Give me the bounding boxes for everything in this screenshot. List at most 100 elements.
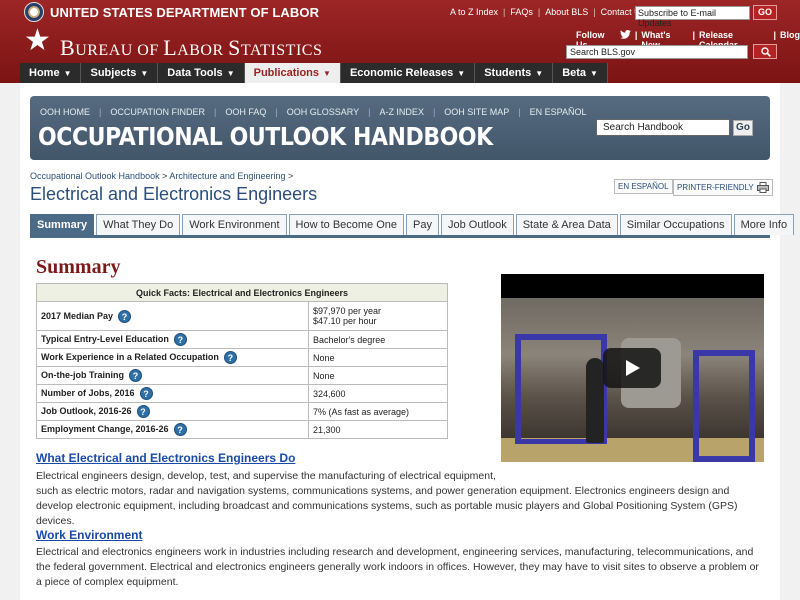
tab-more-info[interactable]: More Info bbox=[733, 214, 795, 235]
row-label: Job Outlook, 2016-26? bbox=[36, 402, 309, 421]
bls-title-part: ABOR bbox=[177, 42, 229, 59]
printer-friendly-label: PRINTER-FRIENDLY bbox=[677, 183, 754, 192]
row-value: 324,600 bbox=[308, 384, 448, 403]
median-pay-annual: $97,970 per year bbox=[313, 306, 382, 316]
bls-star-icon[interactable]: ★ bbox=[24, 26, 54, 56]
row-label-text: Number of Jobs, 2016 bbox=[41, 387, 135, 398]
a-z-index-link[interactable]: A-Z INDEX bbox=[379, 107, 424, 117]
row-label: Number of Jobs, 2016? bbox=[36, 384, 309, 403]
row-label-text: Work Experience in a Related Occupation bbox=[41, 351, 219, 362]
info-icon[interactable]: ? bbox=[118, 309, 132, 323]
row-label-text: 2017 Median Pay bbox=[41, 310, 114, 321]
ooh-title[interactable]: OCCUPATIONAL OUTLOOK HANDBOOK bbox=[38, 122, 493, 151]
blog-link[interactable]: Blog bbox=[780, 30, 800, 50]
chevron-down-icon: ▼ bbox=[226, 69, 235, 78]
table-row: On-the-job Training? None bbox=[36, 366, 448, 385]
tab-pay[interactable]: Pay bbox=[406, 214, 439, 235]
info-icon[interactable]: ? bbox=[173, 423, 187, 436]
printer-icon bbox=[756, 182, 769, 193]
nav-label: Publications bbox=[253, 67, 320, 79]
dol-title-link[interactable]: UNITED STATES DEPARTMENT OF LABOR bbox=[50, 5, 319, 20]
info-icon[interactable]: ? bbox=[139, 387, 153, 400]
row-value: 21,300 bbox=[308, 420, 448, 439]
tab-state-area-data[interactable]: State & Area Data bbox=[515, 214, 618, 235]
info-icon[interactable]: ? bbox=[223, 351, 237, 364]
chevron-down-icon: ▼ bbox=[140, 69, 149, 78]
nav-subjects[interactable]: Subjects ▼ bbox=[81, 63, 159, 83]
separator: | bbox=[593, 7, 596, 17]
page-title: Electrical and Electronics Engineers bbox=[30, 184, 318, 204]
work-environment-heading-link[interactable]: Work Environment bbox=[36, 528, 142, 542]
nav-publications[interactable]: Publications ▼ bbox=[244, 63, 341, 83]
ooh-site-map-link[interactable]: OOH SITE MAP bbox=[444, 107, 509, 117]
table-row: Employment Change, 2016-26? 21,300 bbox=[36, 420, 448, 439]
tab-work-environment[interactable]: Work Environment bbox=[182, 214, 287, 235]
en-espanol-button[interactable]: EN ESPAÑOL bbox=[614, 179, 673, 194]
ooh-home-link[interactable]: OOH HOME bbox=[40, 107, 90, 117]
table-row: Typical Entry-Level Education? Bachelor'… bbox=[36, 330, 448, 349]
row-value: None bbox=[308, 366, 448, 385]
table-row: 2017 Median Pay? $97,970 per year $47.10 … bbox=[36, 301, 448, 331]
tab-what-they-do[interactable]: What They Do bbox=[96, 214, 181, 235]
en-espanol-link[interactable]: EN ESPAÑOL bbox=[530, 107, 587, 117]
nav-data-tools[interactable]: Data Tools ▼ bbox=[158, 63, 245, 83]
faqs-link[interactable]: FAQs bbox=[510, 7, 533, 17]
info-icon[interactable]: ? bbox=[129, 369, 142, 382]
bls-title-part: TATISTICS bbox=[240, 42, 323, 59]
handbook-go-button[interactable]: Go bbox=[733, 120, 753, 136]
about-bls-link[interactable]: About BLS bbox=[545, 7, 588, 17]
row-label-text: Job Outlook, 2016-26 bbox=[41, 405, 132, 416]
bls-title-initial: L bbox=[163, 35, 178, 60]
info-icon[interactable]: ? bbox=[136, 405, 150, 418]
tab-similar-occupations[interactable]: Similar Occupations bbox=[619, 214, 732, 235]
handbook-search-input[interactable]: Search Handbook bbox=[596, 119, 730, 136]
ooh-faq-link[interactable]: OOH FAQ bbox=[225, 107, 266, 117]
quick-facts-title: Quick Facts: Electrical and Electronics … bbox=[36, 283, 448, 302]
breadcrumb-separator: > bbox=[287, 171, 294, 181]
printer-friendly-button[interactable]: PRINTER-FRIENDLY bbox=[673, 179, 773, 196]
breadcrumb-ooh-link[interactable]: Occupational Outlook Handbook bbox=[30, 171, 160, 181]
ooh-glossary-link[interactable]: OOH GLOSSARY bbox=[287, 107, 359, 117]
site-search-button[interactable] bbox=[753, 44, 777, 59]
tab-job-outlook[interactable]: Job Outlook bbox=[441, 214, 514, 235]
video-frame-right bbox=[693, 350, 755, 462]
occupation-finder-link[interactable]: OCCUPATION FINDER bbox=[110, 107, 205, 117]
breadcrumb-architecture-link[interactable]: Architecture and Engineering bbox=[169, 171, 285, 181]
a-to-z-index-link[interactable]: A to Z Index bbox=[450, 7, 498, 17]
site-search-input[interactable]: Search BLS.gov bbox=[566, 45, 748, 59]
row-label: Employment Change, 2016-26? bbox=[36, 420, 309, 439]
row-label-text: On-the-job Training bbox=[41, 369, 124, 380]
video-person bbox=[586, 358, 604, 443]
nav-home[interactable]: Home ▼ bbox=[20, 63, 82, 83]
row-label-text: Employment Change, 2016-26 bbox=[41, 423, 169, 434]
row-label: Work Experience in a Related Occupation? bbox=[36, 348, 309, 367]
row-value: Bachelor's degree bbox=[308, 330, 448, 349]
separator: | bbox=[214, 107, 217, 117]
what-they-do-line1: Electrical engineers design, develop, te… bbox=[36, 470, 496, 482]
median-pay-hourly: $47.10 per hour bbox=[313, 316, 377, 326]
nav-beta[interactable]: Beta ▼ bbox=[553, 63, 608, 83]
what-they-do-text: Electrical engineers design, develop, te… bbox=[36, 469, 761, 529]
email-go-button[interactable]: GO bbox=[753, 5, 777, 20]
row-value: None bbox=[308, 348, 448, 367]
email-updates-input[interactable]: Subscribe to E-mail Updates bbox=[635, 6, 750, 28]
nav-students[interactable]: Students ▼ bbox=[475, 63, 554, 83]
table-row: Number of Jobs, 2016? 324,600 bbox=[36, 384, 448, 403]
chevron-down-icon: ▼ bbox=[323, 69, 331, 78]
bls-title-link[interactable]: BUREAU OF LABOR STATISTICS bbox=[60, 35, 322, 61]
search-icon bbox=[761, 47, 771, 57]
bls-title-part: UREAU OF bbox=[75, 42, 164, 59]
separator: | bbox=[275, 107, 278, 117]
nav-label: Data Tools bbox=[167, 67, 223, 79]
work-environment-text: Electrical and electronics engineers wor… bbox=[36, 546, 759, 588]
what-they-do-heading-link[interactable]: What Electrical and Electronics Engineer… bbox=[36, 451, 295, 465]
nav-label: Students bbox=[484, 67, 532, 79]
play-icon[interactable] bbox=[603, 348, 661, 388]
dol-seal-logo[interactable] bbox=[24, 2, 44, 22]
breadcrumb: Occupational Outlook Handbook > Architec… bbox=[30, 171, 293, 181]
nav-economic-releases[interactable]: Economic Releases ▼ bbox=[340, 63, 476, 83]
info-icon[interactable]: ? bbox=[173, 333, 187, 346]
tab-how-to-become-one[interactable]: How to Become One bbox=[288, 214, 405, 235]
tab-summary[interactable]: Summary bbox=[30, 214, 95, 235]
video-player[interactable] bbox=[501, 274, 764, 462]
